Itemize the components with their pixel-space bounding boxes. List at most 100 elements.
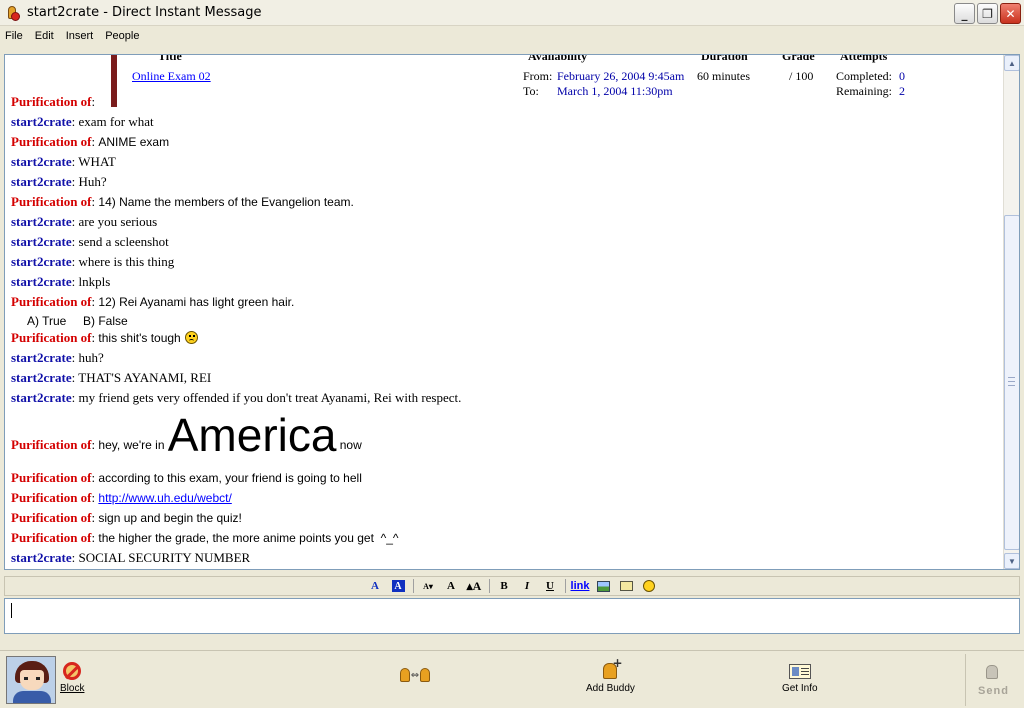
maximize-button[interactable]: ❐ [977, 3, 998, 24]
increase-font-icon[interactable]: ▴A [463, 578, 486, 594]
screenname-them[interactable]: Purification of [11, 490, 92, 505]
format-toolbar: A A A▾ A ▴A B I U link [4, 576, 1020, 596]
get-info-icon [788, 663, 811, 679]
message-text: hey, we're in [98, 438, 165, 452]
add-buddy-button[interactable]: + Add Buddy [586, 656, 635, 694]
message-link[interactable]: http://www.uh.edu/webct/ [98, 491, 231, 505]
direct-connect-icon: ⇔ [392, 665, 438, 685]
screenname-me[interactable]: start2crate [11, 154, 72, 169]
buddy-icon-avatar[interactable] [6, 656, 56, 704]
screenname-them[interactable]: Purification of [11, 94, 92, 109]
get-info-button[interactable]: Get Info [782, 661, 818, 694]
message-text: exam for what [78, 114, 154, 129]
get-info-label: Get Info [782, 683, 818, 694]
screenname-them[interactable]: Purification of [11, 437, 92, 452]
screenname-me[interactable]: start2crate [11, 550, 72, 565]
text-caret [11, 603, 12, 618]
message-line: start2crate: where is this thing [11, 254, 175, 269]
insert-image-icon[interactable] [592, 578, 615, 594]
screenname-them[interactable]: Purification of [11, 530, 92, 545]
exam-header-duration: Duration [701, 55, 748, 63]
message-line: start2crate: Huh? [11, 174, 107, 189]
send-icon [980, 663, 1008, 683]
message-line: start2crate: THAT'S AYANAMI, REI [11, 370, 212, 385]
exam-divider-bar [111, 55, 117, 107]
send-email-icon[interactable] [615, 578, 638, 594]
screenname-me[interactable]: start2crate [11, 114, 72, 129]
smiley-icon[interactable] [638, 578, 661, 594]
message-line: Purification of: 12) Rei Ayanami has lig… [11, 294, 295, 309]
message-line: start2crate: huh? [11, 350, 104, 365]
message-text: A) True B) False [27, 314, 128, 328]
scroll-up-button[interactable]: ▲ [1004, 55, 1019, 71]
message-line: start2crate: my friend gets very offende… [11, 390, 462, 405]
exam-from-value: February 26, 2004 9:45am [557, 69, 685, 83]
screenname-them[interactable]: Purification of [11, 194, 92, 209]
italic-icon[interactable]: I [516, 578, 539, 594]
screenname-me[interactable]: start2crate [11, 390, 72, 405]
message-line: Purification of: hey, we're in America n… [11, 409, 362, 461]
message-text: ANIME exam [98, 135, 170, 149]
message-text: SOCIAL SECURITY NUMBER [78, 550, 251, 565]
message-line: Purification of: ANIME exam [11, 134, 170, 149]
message-line: start2crate: WHAT [11, 154, 116, 169]
window-title: start2crate - Direct Instant Message [27, 5, 262, 20]
screenname-them[interactable]: Purification of [11, 330, 92, 345]
message-line: start2crate: lnkpls [11, 274, 111, 289]
exam-header-availability: Availability [528, 55, 588, 63]
screenname-me[interactable]: start2crate [11, 274, 72, 289]
message-input[interactable] [4, 598, 1020, 634]
screenname-me[interactable]: start2crate [11, 214, 72, 229]
screenname-me[interactable]: start2crate [11, 254, 72, 269]
conversation-content: Title Availability Duration Grade Attemp… [5, 55, 1003, 569]
message-text: my friend gets very offended if you don'… [78, 390, 462, 405]
screenname-me[interactable]: start2crate [11, 370, 72, 385]
exam-remaining-label: Remaining: [836, 84, 892, 98]
exam-header-title: Title [158, 55, 182, 63]
insert-link-button[interactable]: link [569, 578, 592, 594]
scroll-grip-icon [1008, 377, 1015, 386]
message-line: start2crate: are you serious [11, 214, 158, 229]
add-buddy-icon: + [603, 656, 623, 679]
message-line: Purification of: the higher the grade, t… [11, 530, 399, 545]
exam-to-label: To: [523, 84, 539, 98]
screenname-them[interactable]: Purification of [11, 470, 92, 485]
decrease-font-icon[interactable]: A▾ [417, 578, 440, 594]
title-bar: start2crate - Direct Instant Message _ ❐… [0, 0, 1024, 26]
exam-from-label: From: [523, 69, 553, 83]
message-text: 12) Rei Ayanami has light green hair. [98, 295, 295, 309]
underline-icon[interactable]: U [539, 578, 562, 594]
screenname-me[interactable]: start2crate [11, 234, 72, 249]
message-line: Purification of: http://www.uh.edu/webct… [11, 490, 232, 505]
screenname-me[interactable]: start2crate [11, 350, 72, 365]
menu-file[interactable]: File [5, 30, 23, 42]
send-button[interactable]: Send [965, 654, 1021, 706]
aim-app-icon[interactable] [5, 5, 21, 21]
screenname-me[interactable]: start2crate [11, 174, 72, 189]
block-button[interactable]: Block [60, 661, 84, 694]
menu-people[interactable]: People [105, 30, 139, 42]
message-line: A) True B) False [27, 313, 128, 329]
exam-link[interactable]: Online Exam 02 [132, 69, 211, 84]
bold-icon[interactable]: B [493, 578, 516, 594]
message-text: this shit's tough [98, 331, 181, 345]
menu-edit[interactable]: Edit [35, 30, 54, 42]
block-label: Block [60, 683, 85, 694]
screenname-them[interactable]: Purification of [11, 134, 92, 149]
screenname-them[interactable]: Purification of [11, 294, 92, 309]
screenname-them[interactable]: Purification of [11, 510, 92, 525]
direct-connect-button[interactable]: ⇔ [392, 665, 438, 687]
close-button[interactable]: ✕ [1000, 3, 1021, 24]
toolbar-separator [488, 579, 490, 593]
window-controls: _ ❐ ✕ [954, 3, 1021, 24]
conversation-pane: Title Availability Duration Grade Attemp… [4, 54, 1020, 570]
normal-font-icon[interactable]: A [440, 578, 463, 594]
conversation-scrollbar[interactable]: ▲ ▼ [1003, 55, 1019, 569]
message-text: WHAT [78, 154, 116, 169]
background-color-icon[interactable]: A [387, 578, 410, 594]
scroll-down-button[interactable]: ▼ [1004, 553, 1019, 569]
menu-insert[interactable]: Insert [66, 30, 94, 42]
text-color-icon[interactable]: A [364, 578, 387, 594]
minimize-button[interactable]: _ [954, 3, 975, 24]
message-text: Huh? [78, 174, 107, 189]
